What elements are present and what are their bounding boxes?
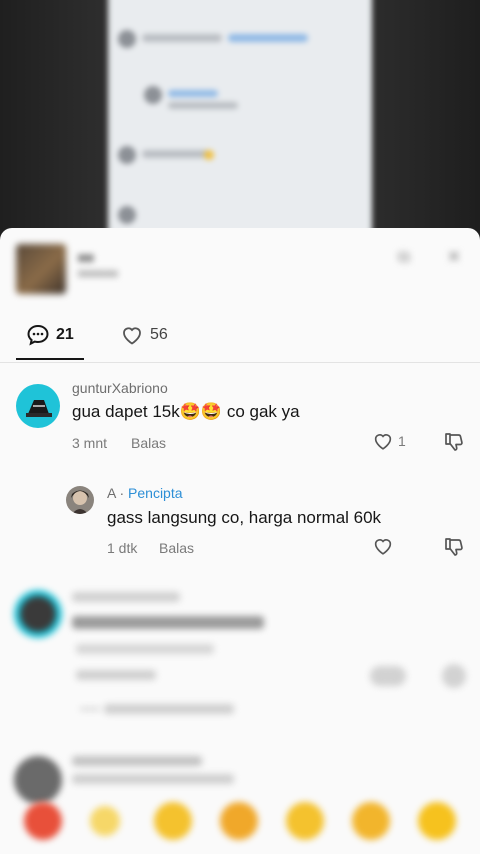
emoji-button[interactable] <box>418 802 456 840</box>
comment-time: 3 mnt <box>72 435 108 451</box>
like-button[interactable]: 1 <box>372 430 406 452</box>
avatar-image <box>71 490 89 514</box>
like-count: 1 <box>398 433 406 449</box>
reply-button[interactable]: Balas <box>131 435 166 451</box>
dislike-icon <box>445 538 463 556</box>
like-button[interactable] <box>372 535 394 557</box>
tab-comments[interactable]: 21 <box>26 320 74 350</box>
comment-item: gunturXabriono gua dapet 15k🤩🤩 co gak ya… <box>0 378 480 468</box>
close-icon[interactable]: ✕ <box>444 248 464 268</box>
emoji-button[interactable] <box>286 802 324 840</box>
blurred-username <box>72 592 180 602</box>
avatar-image <box>26 400 52 417</box>
share-icon[interactable]: ⧉ <box>394 248 414 268</box>
reply-username[interactable]: A · Pencipta <box>107 485 183 501</box>
reply-button[interactable]: Balas <box>159 540 194 556</box>
heart-icon <box>374 434 392 450</box>
background-screenshot <box>108 0 372 240</box>
avatar[interactable] <box>66 486 94 514</box>
heart-icon <box>123 327 141 345</box>
comment-username[interactable]: gunturXabriono <box>72 380 168 396</box>
dislike-icon <box>445 433 463 451</box>
active-tab-indicator <box>16 358 84 360</box>
tab-likes[interactable]: 56 <box>120 320 168 350</box>
emoji-button[interactable] <box>220 802 258 840</box>
view-replies-blurred[interactable] <box>0 704 480 734</box>
emoji-quick-bar <box>0 794 480 854</box>
dislike-button[interactable] <box>442 535 466 559</box>
comments-count: 21 <box>56 326 74 343</box>
emoji-button[interactable] <box>154 802 192 840</box>
dislike-button[interactable] <box>442 430 466 454</box>
comment-item-blurred <box>0 584 480 714</box>
blurred-text <box>76 644 214 654</box>
video-thumbnail[interactable] <box>16 244 66 294</box>
blurred-like <box>370 666 406 686</box>
comments-sheet: ■■ ■■■■■■ ⧉ ✕ 21 56 gunturXabriono gua d… <box>0 228 480 854</box>
sheet-header: ■■ ■■■■■■ ⧉ ✕ <box>0 228 480 298</box>
avatar[interactable] <box>16 384 60 428</box>
blurred-text <box>72 616 264 629</box>
reply-text: gass langsung co, harga normal 60k <box>107 508 382 527</box>
comment-text: gua dapet 15k🤩🤩 co gak ya <box>72 402 300 421</box>
creator-badge: Pencipta <box>128 485 183 501</box>
likes-count: 56 <box>150 326 168 343</box>
blurred-dislike <box>442 664 466 688</box>
avatar[interactable] <box>14 590 62 638</box>
emoji-button[interactable] <box>90 806 120 836</box>
emoji-button[interactable] <box>24 802 62 840</box>
reply-time: 1 dtk <box>107 540 138 556</box>
header-title-placeholder: ■■ <box>78 250 94 265</box>
comment-icon <box>27 324 49 346</box>
reply-item: A · Pencipta gass langsung co, harga nor… <box>0 484 480 574</box>
emoji-button[interactable] <box>352 802 390 840</box>
header-subtitle-placeholder: ■■■■■■ <box>78 268 118 280</box>
heart-icon <box>374 539 392 555</box>
comment-tabs: 21 56 <box>0 310 480 363</box>
blurred-meta <box>76 670 156 680</box>
